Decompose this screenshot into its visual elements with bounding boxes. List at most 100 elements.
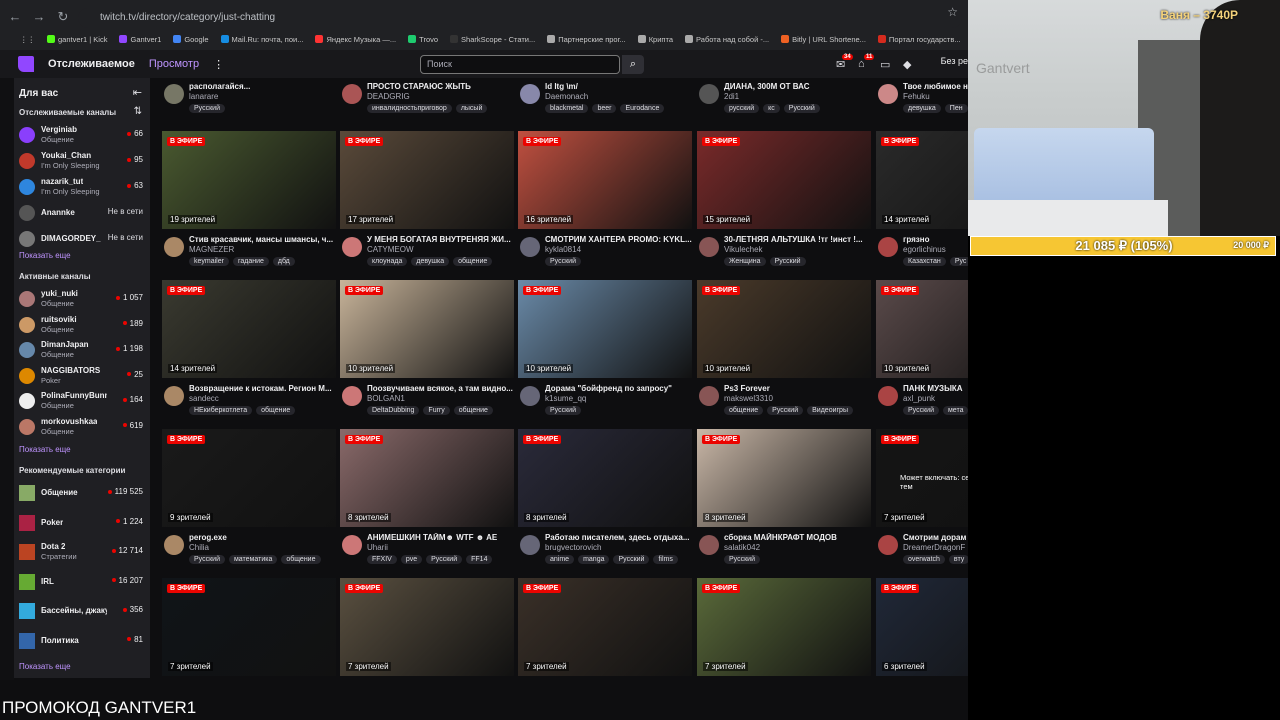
crown-icon[interactable]: ◆ bbox=[903, 58, 911, 71]
stream-thumbnail[interactable]: В ЭФИРЕ 8 зрителей bbox=[340, 429, 514, 527]
get-bits-button[interactable]: Без ре bbox=[937, 56, 968, 72]
bookmark-item[interactable]: gantver1 | Kick bbox=[47, 35, 107, 44]
more-menu-icon[interactable]: ⋮ bbox=[213, 58, 224, 71]
sidebar-channel-irl[interactable]: IRL 16 207 bbox=[19, 572, 147, 594]
channel-name[interactable]: BOLGAN1 bbox=[367, 394, 405, 403]
sidebar-channel-poker[interactable]: Poker 1 224 bbox=[19, 513, 147, 535]
stream-card[interactable]: В ЭФИРЕ 8 зрителей АНИМЕШКИН ТАЙМ☻ WTF ☻ A… bbox=[340, 429, 516, 569]
nav-browse[interactable]: Просмотр bbox=[149, 58, 199, 70]
stream-title[interactable]: Дорама "бойфренд по запросу" bbox=[545, 384, 694, 393]
bookmark-item[interactable]: Яндекс Музыка —... bbox=[315, 35, 396, 44]
sidebar-channel-nazarik-tut[interactable]: nazarik_tut I'm Only Sleeping 63 bbox=[19, 177, 147, 199]
bookmark-item[interactable]: Google bbox=[173, 35, 209, 44]
search-icon[interactable]: ⌕ bbox=[622, 55, 644, 74]
stream-thumbnail[interactable]: В ЭФИРЕ 7 зрителей Может включать: се тем bbox=[876, 429, 968, 527]
stream-thumbnail[interactable]: В ЭФИРЕ 10 зрителей bbox=[340, 280, 514, 378]
sidebar-channel-anannke[interactable]: Anannke Не в сети bbox=[19, 203, 147, 225]
bookmark-item[interactable]: Bitly | URL Shortene... bbox=[781, 35, 866, 44]
tag[interactable]: девушка bbox=[903, 104, 941, 113]
channel-name[interactable]: Chilia bbox=[189, 543, 209, 552]
stream-card[interactable]: В ЭФИРЕ 8 зрителей Работаю писателем, здес… bbox=[518, 429, 694, 569]
stream-thumbnail[interactable]: В ЭФИРЕ 9 зрителей bbox=[162, 429, 336, 527]
apps-icon[interactable]: ⋮⋮ bbox=[20, 35, 35, 44]
tag[interactable]: beer bbox=[592, 104, 617, 113]
collapse-sidebar-icon[interactable]: ⇤ bbox=[133, 86, 142, 99]
channel-name[interactable]: kykla0814 bbox=[545, 245, 581, 254]
bookmark-item[interactable]: SharkScope - Стати... bbox=[450, 35, 535, 44]
tag[interactable]: Русский bbox=[189, 555, 225, 564]
stream-card[interactable]: В ЭФИРЕ 7 зрителей bbox=[162, 578, 338, 680]
stream-card[interactable]: В ЭФИРЕ 10 зрителей Дорама "бойфренд по за… bbox=[518, 280, 694, 420]
stream-title[interactable]: сборка МАЙНКРАФТ МОДОВ bbox=[724, 533, 873, 542]
stream-thumbnail[interactable]: В ЭФИРЕ 19 зрителей bbox=[162, 131, 336, 229]
tag[interactable]: гадание bbox=[232, 257, 269, 266]
channel-name[interactable]: Vikulechek bbox=[724, 245, 763, 254]
stream-card[interactable]: В ЭФИРЕ 17 зрителей У МЕНЯ БОГАТАЯ ВНУТРЕН… bbox=[340, 131, 516, 271]
sidebar-channel-polinafunnybunny[interactable]: PolinaFunnyBunny Общение 164 bbox=[19, 391, 147, 413]
sidebar-channel-dota-2[interactable]: Dota 2 Стратегии 12 714 bbox=[19, 542, 147, 564]
tag[interactable]: FF14 bbox=[466, 555, 493, 564]
stream-card[interactable]: ПРОСТО СТАРАЮС ЖЫТЬ DEADGRIG инвалидностьп… bbox=[340, 78, 516, 121]
stream-thumbnail[interactable]: В ЭФИРЕ 14 зрителей bbox=[876, 131, 968, 229]
tag[interactable]: Женщина bbox=[724, 257, 766, 266]
nav-following[interactable]: Отслеживаемое bbox=[48, 58, 135, 70]
stream-title[interactable]: 30-ЛЕТНЯЯ АЛЬТУШКА !тг !инст !... bbox=[724, 235, 873, 244]
tag[interactable]: клоунада bbox=[367, 257, 408, 266]
tag[interactable]: дбд bbox=[272, 257, 295, 266]
tag[interactable]: Русский bbox=[545, 406, 581, 415]
tag[interactable]: инвалидностьприговор bbox=[367, 104, 452, 113]
sidebar-channel-youkai-chan[interactable]: Youkai_Chan I'm Only Sleeping 95 bbox=[19, 151, 147, 173]
stream-thumbnail[interactable]: В ЭФИРЕ 14 зрителей bbox=[162, 280, 336, 378]
whispers-icon[interactable]: ⌂ bbox=[858, 58, 865, 70]
stream-card[interactable]: В ЭФИРЕ 10 зрителей ПАНК МУЗЫКА axl_punk Рус… bbox=[876, 280, 968, 420]
stream-card[interactable]: ld ltg \m/Daemonach blackmetal beer Eurodan… bbox=[518, 78, 694, 121]
tag[interactable]: Рус bbox=[949, 257, 968, 266]
stream-title[interactable]: Поозвучиваем всякое, а там видно... bbox=[367, 384, 516, 393]
back-icon[interactable]: ← bbox=[6, 8, 24, 26]
bookmark-item[interactable]: Портал государств... bbox=[877, 35, 961, 44]
stream-thumbnail[interactable]: В ЭФИРЕ 8 зрителей bbox=[518, 429, 692, 527]
sidebar-channel-общение[interactable]: Общение 119 525 bbox=[19, 483, 147, 505]
stream-card[interactable]: В ЭФИРЕ 14 зрителей грязно egorlichinus Каза… bbox=[876, 131, 968, 271]
notifications-icon[interactable]: ▭ bbox=[880, 58, 890, 71]
stream-card[interactable]: В ЭФИРЕ 10 зрителей Поозвучиваем всякое, а… bbox=[340, 280, 516, 420]
stream-card[interactable]: В ЭФИРЕ 14 зрителей Возвращение к истокам.… bbox=[162, 280, 338, 420]
channel-name[interactable]: axl_punk bbox=[903, 394, 935, 403]
stream-title[interactable]: Возвращение к истокам. Регион М... bbox=[189, 384, 338, 393]
stream-thumbnail[interactable]: В ЭФИРЕ 15 зрителей bbox=[697, 131, 871, 229]
show-more-active[interactable]: Показать еще bbox=[19, 445, 71, 454]
stream-thumbnail[interactable]: В ЭФИРЕ 7 зрителей bbox=[697, 578, 871, 676]
tag[interactable]: лысый bbox=[455, 104, 488, 113]
channel-name[interactable]: salatik042 bbox=[724, 543, 760, 552]
tag[interactable]: общение bbox=[256, 406, 296, 415]
tag[interactable]: Русский bbox=[783, 104, 820, 113]
tag[interactable]: общение bbox=[724, 406, 764, 415]
stream-card[interactable]: В ЭФИРЕ 6 зрителей bbox=[876, 578, 968, 680]
bookmark-item[interactable]: Trovo bbox=[408, 35, 438, 44]
tag[interactable]: pve bbox=[400, 555, 423, 564]
tag[interactable]: русский bbox=[724, 104, 760, 113]
tag[interactable]: вту bbox=[948, 555, 968, 564]
channel-name[interactable]: CATYMEOW bbox=[367, 245, 414, 254]
bookmark-item[interactable]: Gantver1 bbox=[119, 35, 161, 44]
stream-thumbnail[interactable]: В ЭФИРЕ 17 зрителей bbox=[340, 131, 514, 229]
sort-icon[interactable]: ⇅ bbox=[134, 106, 142, 117]
channel-name[interactable]: DreamerDragonF bbox=[903, 543, 965, 552]
sidebar-channel-бассейны-джакузи-[interactable]: Бассейны, джакузи... 356 bbox=[19, 601, 147, 623]
stream-thumbnail[interactable]: В ЭФИРЕ 10 зрителей bbox=[697, 280, 871, 378]
sidebar-channel-yuki-nuki[interactable]: yuki_nuki Общение 1 057 bbox=[19, 289, 147, 311]
stream-card[interactable]: В ЭФИРЕ 10 зрителей Ps3 Forever makswel3310… bbox=[697, 280, 873, 420]
stream-card[interactable]: ДИАНА, 300М ОТ ВАС 2di1 русский кс Русский bbox=[697, 78, 873, 121]
stream-thumbnail[interactable]: В ЭФИРЕ 7 зрителей bbox=[518, 578, 692, 676]
stream-title[interactable]: Работаю писателем, здесь отдыха... bbox=[545, 533, 694, 542]
sidebar-channel-verginiab[interactable]: Verginiab Общение 66 bbox=[19, 125, 147, 147]
stream-card[interactable]: располагайся... lanarare Русский bbox=[162, 78, 338, 121]
tag[interactable]: films bbox=[653, 555, 678, 564]
tag[interactable]: Русский bbox=[767, 406, 804, 415]
tag[interactable]: Русский bbox=[903, 406, 939, 415]
stream-title[interactable]: Смотрим дорам bbox=[903, 533, 968, 542]
tag[interactable]: девушка bbox=[411, 257, 450, 266]
stream-title[interactable]: АНИМЕШКИН ТАЙМ☻ WTF ☻ AE bbox=[367, 533, 516, 542]
stream-title[interactable]: Стив красавчик, мансы шмансы, ч... bbox=[189, 235, 338, 244]
sidebar-channel-ruitsoviki[interactable]: ruitsoviki Общение 189 bbox=[19, 315, 147, 337]
